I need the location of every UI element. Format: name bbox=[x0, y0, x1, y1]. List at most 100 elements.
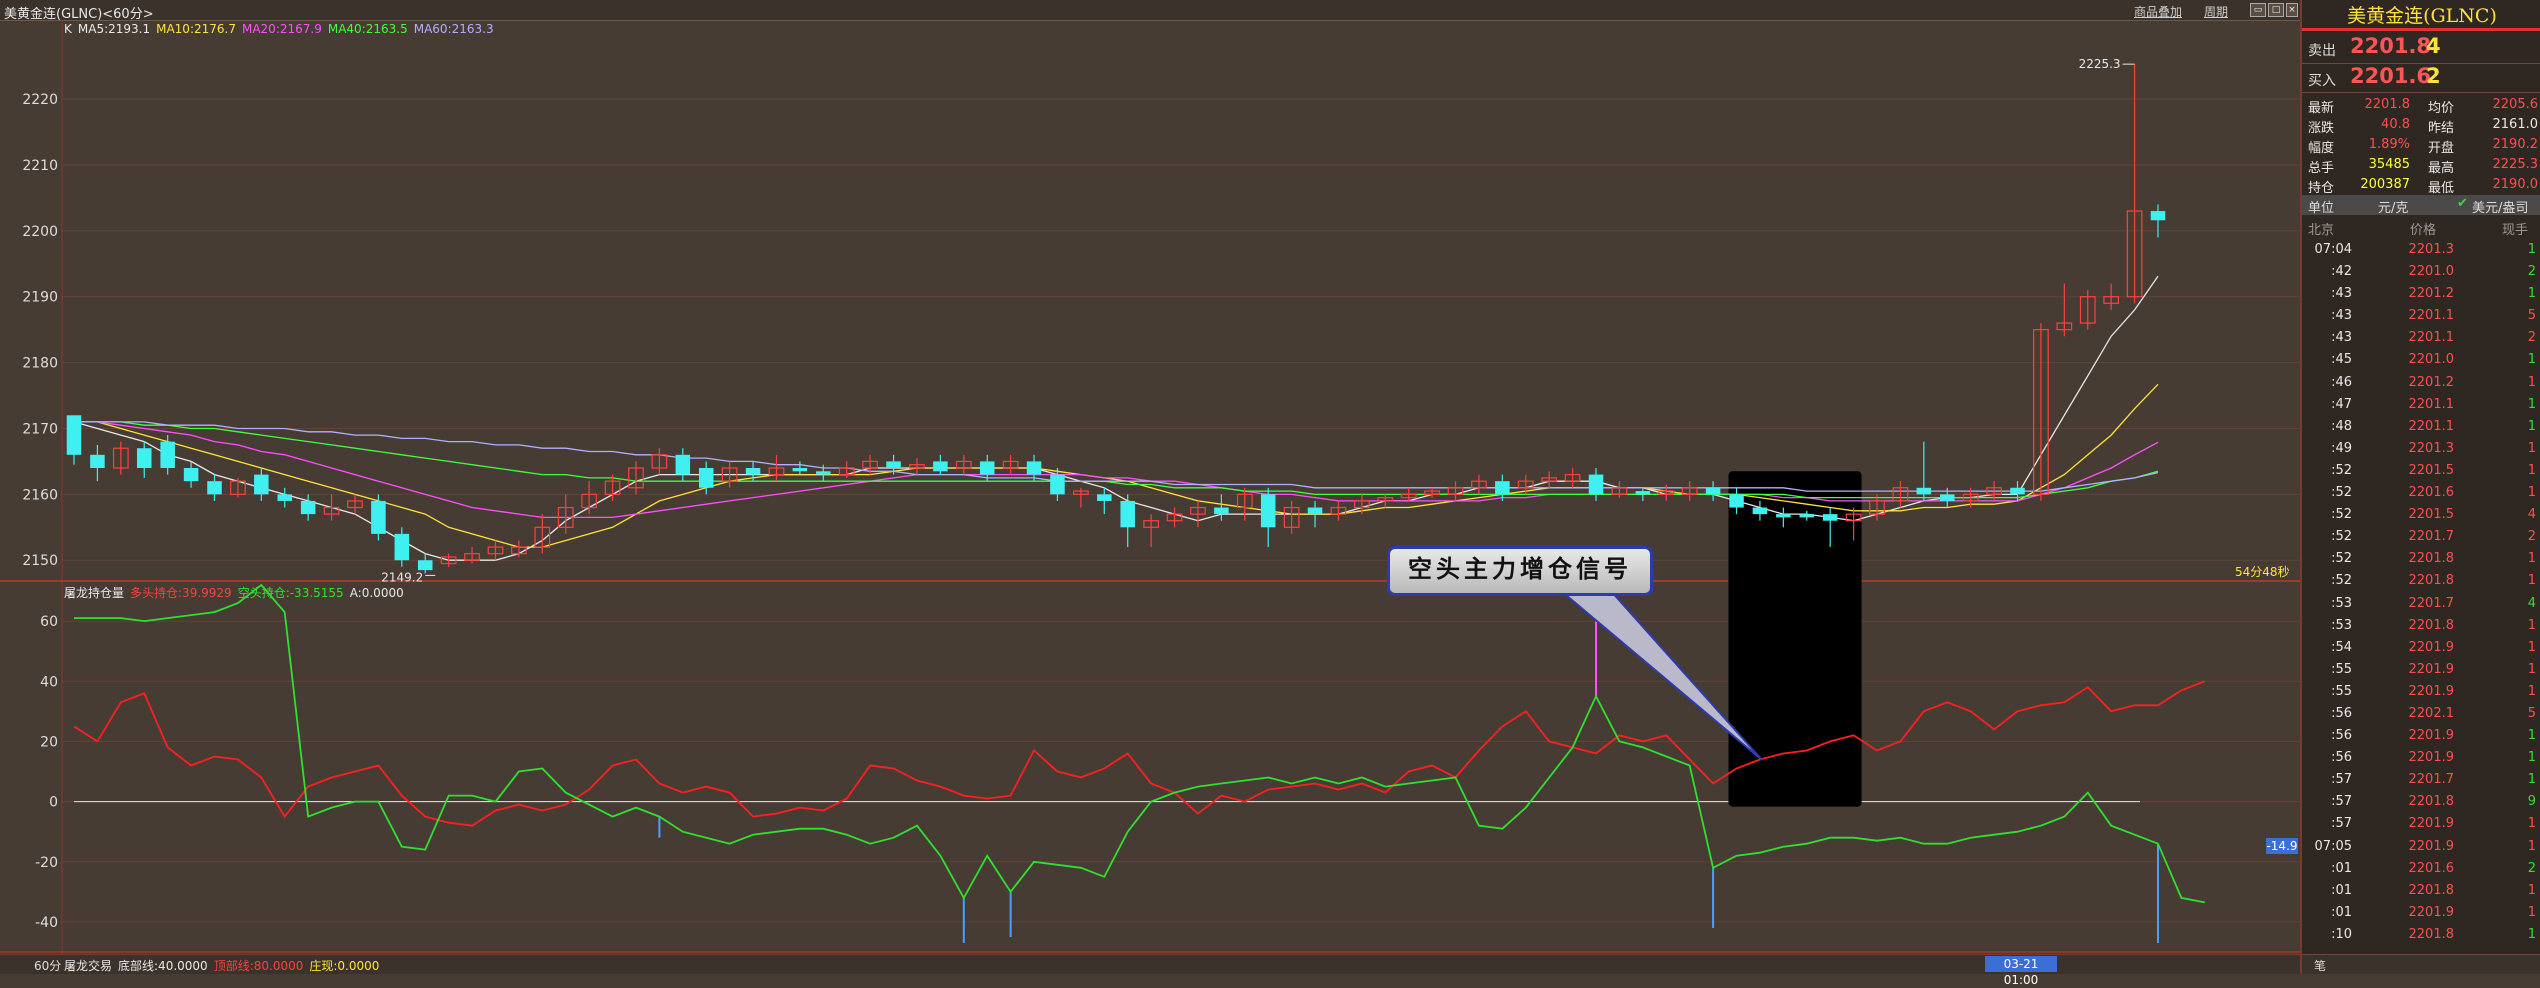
candle-body bbox=[1495, 481, 1510, 495]
tick-time: :57 bbox=[2331, 772, 2352, 788]
quote-stats: 最新 2201.8 均价 2205.6 涨跌 40.8 昨结 2161.0 幅度 1.89% 开盘 2… bbox=[2302, 94, 2540, 196]
tick-row: :01 2201.6 2 bbox=[2302, 857, 2540, 879]
tick-row: :46 2201.2 1 bbox=[2302, 371, 2540, 393]
tick-time: :43 bbox=[2331, 308, 2352, 324]
tick-qty: 1 bbox=[2527, 396, 2536, 412]
stat-value: 1.89% bbox=[2368, 137, 2410, 152]
tick-price: 2201.9 bbox=[2408, 639, 2455, 655]
tick-price: 2201.9 bbox=[2408, 838, 2455, 854]
candle-body bbox=[254, 474, 269, 495]
indicator-tick-label: -40 bbox=[35, 915, 58, 931]
tick-qty: 1 bbox=[2527, 816, 2536, 832]
candle-body bbox=[136, 448, 152, 468]
tick-price: 2201.8 bbox=[2408, 882, 2455, 898]
footer-label[interactable]: 笔 bbox=[2314, 957, 2326, 974]
tick-time: :56 bbox=[2331, 750, 2352, 766]
tick-qty: 1 bbox=[2527, 882, 2536, 898]
tick-qty: 1 bbox=[2527, 440, 2536, 456]
legend-entry: 顶部线:80.0000 bbox=[213, 959, 304, 973]
tick-qty: 5 bbox=[2527, 705, 2536, 721]
tick-price: 2201.3 bbox=[2408, 242, 2455, 257]
price-tick-label: 2170 bbox=[22, 421, 58, 437]
check-icon[interactable]: ✔ bbox=[2457, 196, 2468, 211]
tick-row: :52 2201.7 2 bbox=[2302, 525, 2540, 547]
ticks-col-time: 北京 bbox=[2308, 223, 2335, 238]
candle-body bbox=[1120, 500, 1135, 528]
tick-qty: 1 bbox=[2527, 617, 2536, 633]
bottom-legend: 屠龙交易 底部线:40.0000 顶部线:80.0000 庄现:0.0000 bbox=[64, 957, 385, 974]
candle-body bbox=[698, 468, 714, 488]
tick-qty: 1 bbox=[2527, 286, 2536, 302]
candle-body bbox=[1588, 474, 1604, 495]
tick-row: :52 2201.5 1 bbox=[2302, 459, 2540, 481]
tick-row: :01 2201.9 1 bbox=[2302, 901, 2540, 923]
candle-body bbox=[394, 533, 410, 561]
tick-row: :52 2201.5 4 bbox=[2302, 503, 2540, 525]
legend-entry: A:0.0000 bbox=[349, 586, 404, 600]
legend-entry: MA20:2167.9 bbox=[241, 22, 322, 36]
restore-icon[interactable]: ▭ bbox=[2250, 3, 2266, 17]
tick-price: 2201.9 bbox=[2408, 816, 2455, 832]
indicator-legend: 屠龙持仓量 多头持仓:39.9929 空头持仓:-33.5155 A:0.0000 bbox=[64, 584, 410, 601]
buy-price: 2201.6 bbox=[2350, 64, 2432, 88]
tick-price: 2201.0 bbox=[2408, 264, 2455, 280]
quote-panel: 美黄金连(GLNC) 卖出 2201.8 4 买入 2201.6 2 最新 220… bbox=[2300, 0, 2540, 974]
candle-body bbox=[1635, 491, 1651, 495]
unit-row: 单位 元/克 ✔ 美元/盎司 bbox=[2302, 195, 2540, 216]
tick-row: :10 2201.8 1 bbox=[2302, 923, 2540, 945]
tick-row: 07:05 2201.9 1 bbox=[2302, 835, 2540, 857]
tick-price: 2201.1 bbox=[2408, 396, 2455, 412]
divider bbox=[2302, 92, 2540, 93]
indicator-tick-label: 0 bbox=[49, 795, 58, 811]
legend-entry: 多头持仓:39.9929 bbox=[130, 586, 232, 600]
tick-qty: 1 bbox=[2527, 485, 2536, 501]
tick-qty: 2 bbox=[2527, 330, 2536, 346]
tick-time: 07:05 bbox=[2314, 838, 2352, 854]
tick-qty: 1 bbox=[2527, 926, 2536, 942]
candle-body bbox=[66, 415, 82, 455]
period-link[interactable]: 周期 bbox=[2204, 3, 2228, 20]
candle-body bbox=[1214, 507, 1229, 515]
tick-price: 2201.5 bbox=[2408, 462, 2455, 478]
tick-time: :52 bbox=[2331, 529, 2352, 545]
candle-body bbox=[90, 454, 105, 468]
chart-title-bar: 美黄金连(GLNC)<60分> 商品叠加 周期 ▭ □ × bbox=[0, 0, 2300, 22]
tick-list[interactable]: 07:04 2201.3 1:42 2201.0 2:43 2201.2 1:43 2201.… bbox=[2302, 238, 2540, 945]
price-tick-label: 2160 bbox=[22, 487, 58, 503]
high-label: 2225.3 bbox=[2079, 57, 2121, 71]
tick-price: 2201.7 bbox=[2408, 529, 2455, 545]
tick-time: :43 bbox=[2331, 330, 2352, 346]
candle-body bbox=[933, 461, 948, 472]
tick-qty: 1 bbox=[2527, 683, 2536, 699]
candle-body bbox=[277, 494, 293, 501]
stat-key: 最低 bbox=[2428, 181, 2455, 196]
tick-time: :46 bbox=[2331, 374, 2352, 390]
tick-price: 2201.2 bbox=[2408, 374, 2455, 390]
candle-body bbox=[371, 500, 386, 534]
currency-unit[interactable]: 美元/盎司 bbox=[2472, 197, 2528, 216]
tick-row: :55 2201.9 1 bbox=[2302, 658, 2540, 680]
close-icon[interactable]: × bbox=[2286, 3, 2298, 17]
candle-body bbox=[979, 461, 995, 475]
tick-qty: 1 bbox=[2527, 462, 2536, 478]
tick-row: :53 2201.7 4 bbox=[2302, 592, 2540, 614]
tick-price: 2201.1 bbox=[2408, 308, 2455, 324]
candlestick-chart[interactable]: 2150 2160 2170 2180 2190 2200 2210 2220 60 40 20 0 -… bbox=[0, 0, 2300, 973]
maximize-icon[interactable]: □ bbox=[2268, 3, 2284, 17]
tick-row: :48 2201.1 1 bbox=[2302, 415, 2540, 437]
tick-time: :47 bbox=[2331, 396, 2352, 412]
stat-row: 总手 35485 最高 2225.3 bbox=[2302, 154, 2540, 176]
tick-row: :47 2201.1 1 bbox=[2302, 393, 2540, 415]
period-label: 60分 bbox=[34, 959, 62, 973]
ticks-col-qty: 现手 bbox=[2502, 223, 2529, 238]
tick-time: 07:04 bbox=[2314, 242, 2352, 257]
tick-time: :49 bbox=[2331, 440, 2352, 456]
overlay-commodity-link[interactable]: 商品叠加 bbox=[2134, 3, 2182, 20]
tick-row: :49 2201.3 1 bbox=[2302, 437, 2540, 459]
tick-row: :52 2201.6 1 bbox=[2302, 481, 2540, 503]
tick-qty: 4 bbox=[2527, 595, 2536, 611]
candle-body bbox=[1260, 494, 1276, 528]
tick-row: :43 2201.1 2 bbox=[2302, 326, 2540, 348]
buy-label: 买入 bbox=[2308, 73, 2336, 89]
tick-price: 2201.1 bbox=[2408, 330, 2455, 346]
